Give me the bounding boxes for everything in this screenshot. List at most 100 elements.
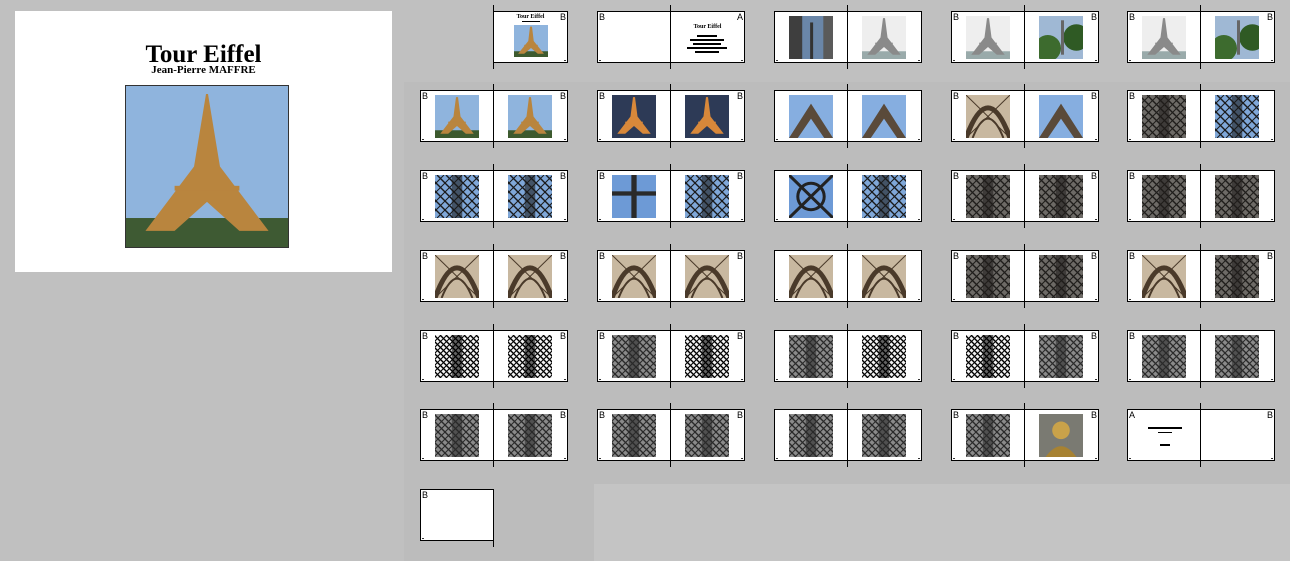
page-thumbnail-right[interactable]	[848, 250, 922, 302]
page-thumbnail-left[interactable]: B	[951, 90, 1025, 142]
page-spread[interactable]	[774, 324, 922, 388]
page-thumbnail-left[interactable]	[774, 11, 848, 63]
page-thumbnail-right[interactable]: B	[494, 409, 568, 461]
page-spread[interactable]	[774, 5, 922, 69]
page-thumbnail-left[interactable]: B	[1127, 90, 1201, 142]
spread-spine	[1024, 164, 1025, 228]
page-spread[interactable]: B B	[951, 5, 1099, 69]
page-thumbnail-left[interactable]	[774, 250, 848, 302]
page-thumbnail-right[interactable]	[848, 11, 922, 63]
page-thumbnail-right[interactable]: B	[494, 170, 568, 222]
photo-frame	[1039, 175, 1083, 218]
page-thumbnail-left[interactable]: B	[597, 330, 671, 382]
page-spread[interactable]: B B	[597, 84, 745, 148]
page-thumbnail-right[interactable]	[1201, 90, 1275, 142]
page-spread[interactable]: B B	[951, 84, 1099, 148]
page-thumbnail-left[interactable]: B	[420, 330, 494, 382]
page-thumbnail-left[interactable]: B	[1127, 170, 1201, 222]
page-thumbnail-right[interactable]: B Tour Eiffel	[494, 11, 568, 63]
page-spread[interactable]	[774, 84, 922, 148]
page-spread[interactable]: B B	[597, 324, 745, 388]
page-thumbnail-left[interactable]	[774, 90, 848, 142]
page-thumbnail-right[interactable]: B	[494, 90, 568, 142]
page-thumbnail-left[interactable]: B	[951, 330, 1025, 382]
page-spread[interactable]: B B	[420, 84, 568, 148]
page-thumbnail-right[interactable]: B	[1201, 250, 1275, 302]
photo-frame	[862, 95, 906, 138]
page-spread[interactable]: B	[420, 489, 567, 547]
page-spread[interactable]: B	[1127, 324, 1275, 388]
page-thumbnail-right[interactable]: B	[1025, 11, 1099, 63]
photo-frame	[612, 95, 656, 138]
page-thumbnail-left[interactable]: B	[597, 170, 671, 222]
page-spread[interactable]	[774, 164, 922, 228]
page-spread[interactable]: B A Tour Eiffel	[597, 5, 745, 69]
page-spread[interactable]: B B	[420, 324, 568, 388]
page-spread[interactable]: AB	[1127, 403, 1275, 467]
master-label: B	[1266, 251, 1273, 261]
cover-preview[interactable]: Tour Eiffel Jean-Pierre MAFFRE	[15, 11, 392, 272]
page-thumbnail-right[interactable]	[1201, 170, 1275, 222]
page-thumbnail-right[interactable]	[848, 170, 922, 222]
page-thumbnail-right[interactable]: B	[1201, 11, 1275, 63]
page-thumbnail-right[interactable]	[1201, 330, 1275, 382]
page-spread[interactable]: B B	[597, 244, 745, 308]
page-thumbnail-left[interactable]	[774, 330, 848, 382]
page-spread[interactable]: B B	[1127, 244, 1275, 308]
page-thumbnail-left[interactable]: B	[1127, 330, 1201, 382]
page-thumbnail-left[interactable]: B	[420, 409, 494, 461]
page-thumbnail-left[interactable]: B	[597, 90, 671, 142]
page-spread[interactable]: B B	[951, 244, 1099, 308]
page-spread[interactable]: BB	[597, 164, 745, 228]
page-thumbnail-right[interactable]: B	[494, 250, 568, 302]
page-thumbnail-left[interactable]	[774, 170, 848, 222]
page-spread[interactable]: B B	[951, 403, 1099, 467]
page-thumbnail-right[interactable]: B	[671, 330, 745, 382]
page-thumbnail-left[interactable]: B	[1127, 250, 1201, 302]
page-spread[interactable]: B B	[951, 324, 1099, 388]
page-thumbnail-left[interactable]: B	[597, 250, 671, 302]
page-thumbnail-left[interactable]: B	[420, 90, 494, 142]
page-spread[interactable]: B B	[420, 403, 568, 467]
page-thumbnail-left[interactable]: B	[1127, 11, 1201, 63]
page-thumbnail-right[interactable]: B	[1201, 409, 1275, 461]
page-thumbnail-right[interactable]: B	[1025, 250, 1099, 302]
page-thumbnail-left[interactable]: B	[420, 250, 494, 302]
page-marker	[1095, 139, 1097, 140]
page-thumbnail-left[interactable]: B	[597, 409, 671, 461]
page-thumbnail-left[interactable]: B	[420, 170, 494, 222]
page-thumbnail-right[interactable]: B	[1025, 409, 1099, 461]
page-thumbnail-right[interactable]: B	[671, 90, 745, 142]
page-spread[interactable]: B	[1127, 164, 1275, 228]
page-spread[interactable]	[774, 244, 922, 308]
page-thumbnail-left[interactable]: B	[420, 489, 494, 541]
page-thumbnail-right[interactable]: B	[671, 250, 745, 302]
page-thumbnail-left[interactable]: B	[951, 250, 1025, 302]
page-spread[interactable]: B B	[1127, 5, 1275, 69]
page-thumbnail-right[interactable]: B	[494, 330, 568, 382]
page-thumbnail-right[interactable]: B	[1025, 90, 1099, 142]
page-spread[interactable]: B Tour Eiffel	[420, 5, 568, 69]
page-thumbnail-right[interactable]: B	[671, 409, 745, 461]
page-spread[interactable]	[774, 403, 922, 467]
page-thumbnail-right[interactable]: B	[1025, 170, 1099, 222]
page-spread[interactable]: B B	[951, 164, 1099, 228]
spread-spine	[847, 244, 848, 308]
page-thumbnail-left[interactable]	[774, 409, 848, 461]
page-thumbnail-left[interactable]: B	[951, 11, 1025, 63]
page-thumbnail-left[interactable]: B	[597, 11, 671, 63]
page-spread[interactable]: B B	[420, 164, 568, 228]
page-thumbnail-right[interactable]: B	[671, 170, 745, 222]
master-label: B	[559, 251, 566, 261]
page-thumbnail-right[interactable]: A Tour Eiffel	[671, 11, 745, 63]
page-thumbnail-left[interactable]: A	[1127, 409, 1201, 461]
page-thumbnail-right[interactable]	[848, 90, 922, 142]
page-thumbnail-right[interactable]: B	[1025, 330, 1099, 382]
page-thumbnail-left[interactable]: B	[951, 409, 1025, 461]
page-spread[interactable]: B	[1127, 84, 1275, 148]
page-thumbnail-right[interactable]	[848, 330, 922, 382]
page-spread[interactable]: B B	[597, 403, 745, 467]
page-spread[interactable]: B B	[420, 244, 568, 308]
page-thumbnail-left[interactable]: B	[951, 170, 1025, 222]
page-thumbnail-right[interactable]	[848, 409, 922, 461]
